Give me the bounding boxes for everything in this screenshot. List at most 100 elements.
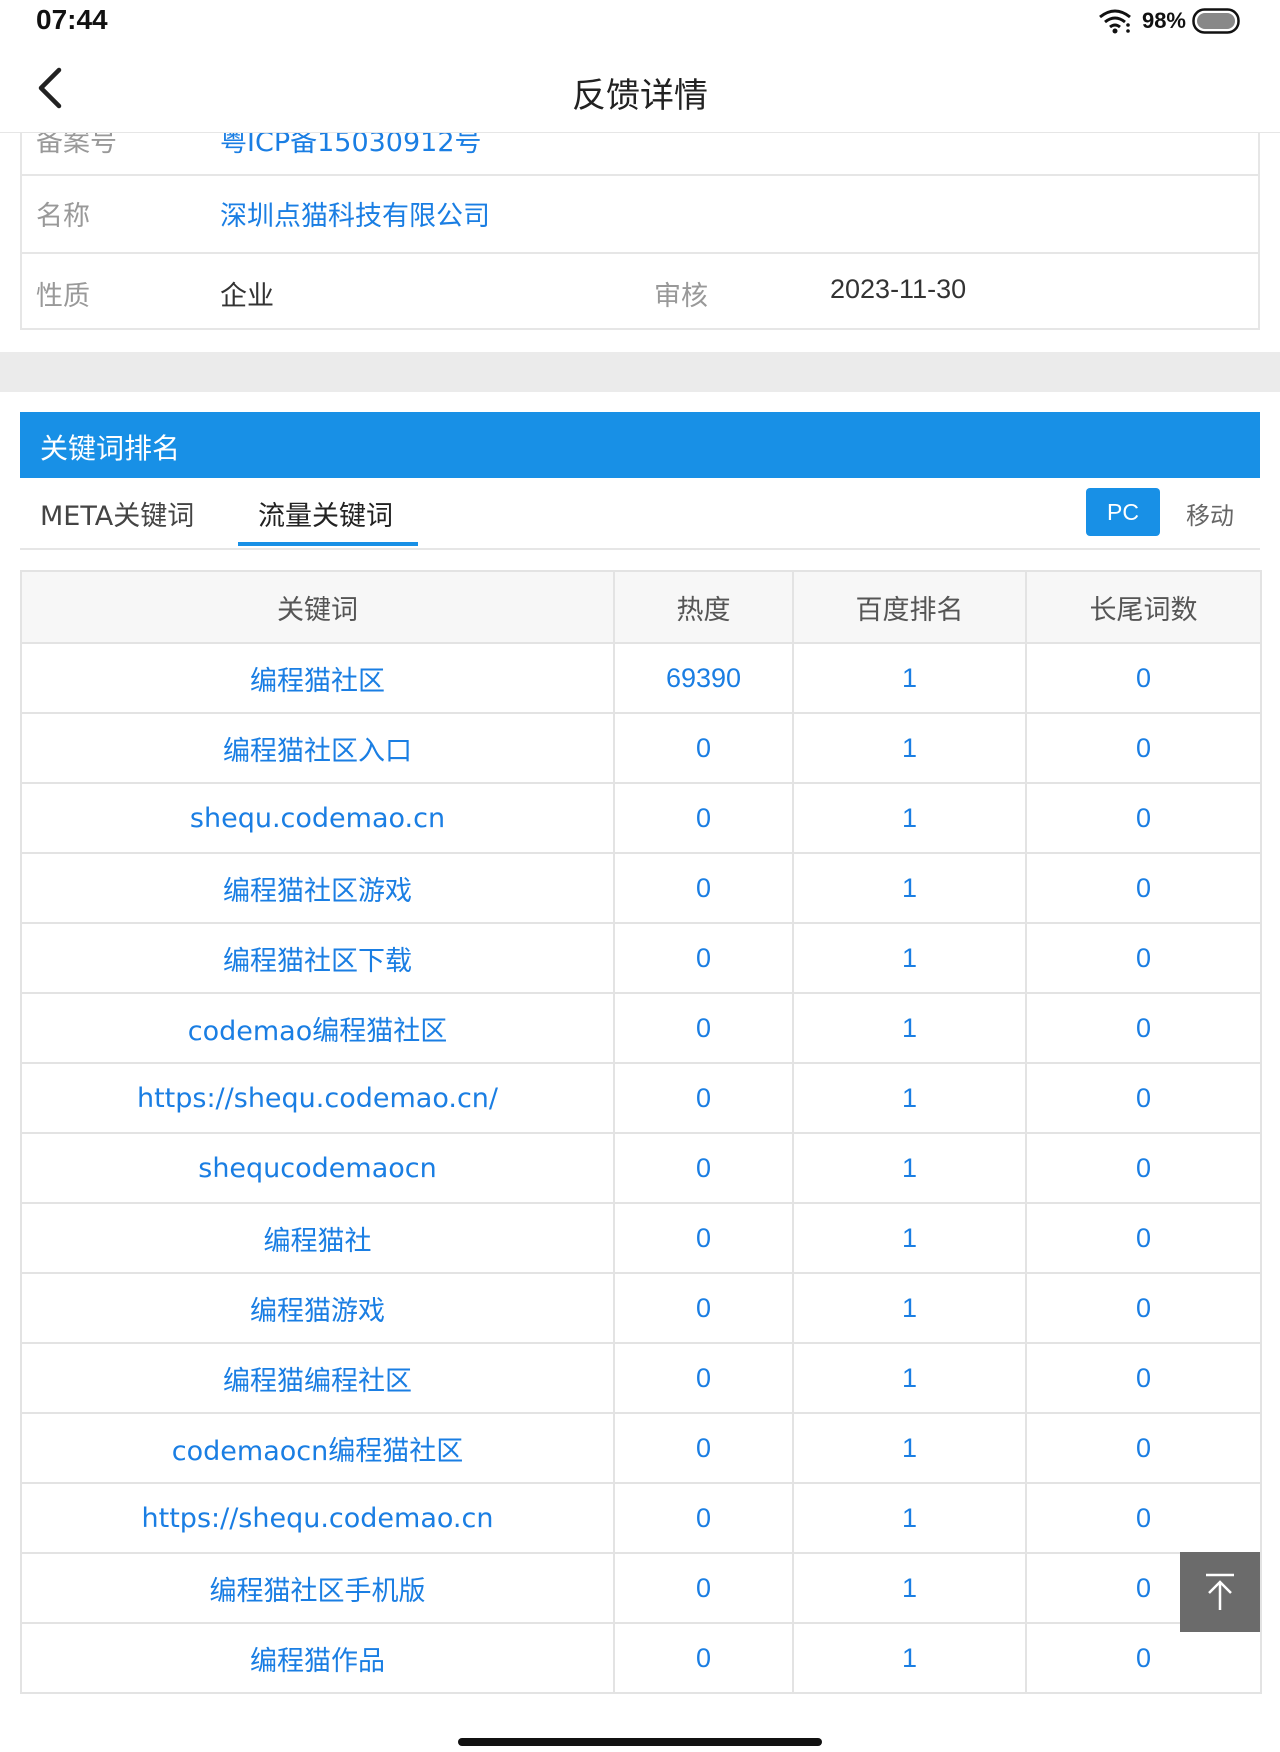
keyword-cell[interactable]: shequcodemaocn — [20, 1132, 615, 1204]
rank-cell: 1 — [792, 992, 1027, 1064]
keyword-cell[interactable]: 编程猫游戏 — [20, 1272, 615, 1344]
keyword-cell[interactable]: 编程猫社区游戏 — [20, 852, 615, 924]
keyword-cell[interactable]: 编程猫作品 — [20, 1622, 615, 1694]
heat-cell: 0 — [613, 922, 794, 994]
name-value-link[interactable]: 深圳点猫科技有限公司 — [220, 194, 490, 233]
table-row: https://shequ.codemao.cn 0 1 0 — [20, 1482, 1262, 1554]
longtail-cell: 0 — [1025, 1482, 1262, 1554]
header-heat: 热度 — [613, 570, 794, 644]
rank-cell: 1 — [792, 1342, 1027, 1414]
keyword-cell[interactable]: shequ.codemao.cn — [20, 782, 615, 854]
keyword-tabs: META关键词 流量关键词 PC 移动 — [20, 478, 1260, 550]
rank-cell: 1 — [792, 642, 1027, 714]
audit-date: 2023-11-30 — [830, 274, 967, 304]
table-row: 编程猫社区手机版 0 1 0 — [20, 1552, 1262, 1624]
rank-cell: 1 — [792, 1272, 1027, 1344]
table-row: 编程猫社区游戏 0 1 0 — [20, 852, 1262, 924]
heat-cell: 0 — [613, 1552, 794, 1624]
header-keyword: 关键词 — [20, 570, 615, 644]
keyword-table: 关键词 热度 百度排名 长尾词数 编程猫社区 69390 1 0 编程猫社区入口 0 1 0 s… — [20, 570, 1262, 1694]
header-longtail-count: 长尾词数 — [1025, 570, 1262, 644]
status-indicators: 98% — [1098, 8, 1240, 34]
rank-cell: 1 — [792, 1552, 1027, 1624]
rank-cell: 1 — [792, 852, 1027, 924]
keyword-ranking-header: 关键词排名 — [20, 412, 1260, 478]
longtail-cell: 0 — [1025, 642, 1262, 714]
table-row: 编程猫编程社区 0 1 0 — [20, 1342, 1262, 1414]
keyword-cell[interactable]: https://shequ.codemao.cn/ — [20, 1062, 615, 1134]
heat-cell: 0 — [613, 1202, 794, 1274]
heat-cell: 0 — [613, 852, 794, 924]
longtail-cell: 0 — [1025, 1622, 1262, 1694]
heat-cell: 0 — [613, 992, 794, 1064]
longtail-cell: 0 — [1025, 1132, 1262, 1204]
info-row-name: 名称 深圳点猫科技有限公司 — [22, 174, 1258, 254]
keyword-cell[interactable]: 编程猫编程社区 — [20, 1342, 615, 1414]
table-row: 编程猫社 0 1 0 — [20, 1202, 1262, 1274]
audit-label: 审核 — [654, 281, 708, 312]
heat-cell: 0 — [613, 1272, 794, 1344]
rank-cell: 1 — [792, 1202, 1027, 1274]
keyword-cell[interactable]: codemao编程猫社区 — [20, 992, 615, 1064]
device-pc-button[interactable]: PC — [1086, 488, 1160, 536]
heat-cell: 0 — [613, 1062, 794, 1134]
rank-cell: 1 — [792, 1412, 1027, 1484]
longtail-cell: 0 — [1025, 1272, 1262, 1344]
site-info-card: 备案号 粤ICP备15030912号 名称 深圳点猫科技有限公司 性质 企业 审… — [20, 100, 1260, 330]
tab-traffic-keywords[interactable]: 流量关键词 — [258, 494, 393, 533]
heat-cell: 0 — [613, 1132, 794, 1204]
keyword-cell[interactable]: 编程猫社区入口 — [20, 712, 615, 784]
nature-value: 企业 — [220, 281, 274, 312]
back-to-top-button[interactable] — [1180, 1552, 1260, 1632]
info-row-nature: 性质 企业 审核 2023-11-30 — [22, 252, 1258, 328]
heat-cell: 0 — [613, 1622, 794, 1694]
name-label: 名称 — [36, 201, 90, 232]
longtail-cell: 0 — [1025, 1412, 1262, 1484]
longtail-cell: 0 — [1025, 782, 1262, 854]
battery-icon — [1192, 8, 1240, 34]
table-row: shequ.codemao.cn 0 1 0 — [20, 782, 1262, 854]
keyword-cell[interactable]: 编程猫社区下载 — [20, 922, 615, 994]
table-row: 编程猫社区入口 0 1 0 — [20, 712, 1262, 784]
heat-cell: 69390 — [613, 642, 794, 714]
heat-cell: 0 — [613, 712, 794, 784]
table-row: 编程猫作品 0 1 0 — [20, 1622, 1262, 1694]
longtail-cell: 0 — [1025, 1342, 1262, 1414]
rank-cell: 1 — [792, 922, 1027, 994]
table-row: 编程猫社区下载 0 1 0 — [20, 922, 1262, 994]
keyword-cell[interactable]: 编程猫社区 — [20, 642, 615, 714]
rank-cell: 1 — [792, 1622, 1027, 1694]
longtail-cell: 0 — [1025, 922, 1262, 994]
tab-meta-keywords[interactable]: META关键词 — [40, 494, 194, 533]
rank-cell: 1 — [792, 1132, 1027, 1204]
rank-cell: 1 — [792, 712, 1027, 784]
page-title: 反馈详情 — [572, 76, 708, 116]
rank-cell: 1 — [792, 1482, 1027, 1554]
nav-bar: 反馈详情 — [0, 44, 1280, 133]
longtail-cell: 0 — [1025, 1062, 1262, 1134]
nature-label: 性质 — [36, 281, 90, 312]
keyword-cell[interactable]: codemaocn编程猫社区 — [20, 1412, 615, 1484]
section-title: 关键词排名 — [40, 432, 181, 465]
heat-cell: 0 — [613, 1482, 794, 1554]
keyword-cell[interactable]: https://shequ.codemao.cn — [20, 1482, 615, 1554]
heat-cell: 0 — [613, 782, 794, 854]
keyword-cell[interactable]: 编程猫社 — [20, 1202, 615, 1274]
status-bar: 07:44 98% — [0, 0, 1280, 44]
keyword-cell[interactable]: 编程猫社区手机版 — [20, 1552, 615, 1624]
rank-cell: 1 — [792, 1062, 1027, 1134]
heat-cell: 0 — [613, 1342, 794, 1414]
section-divider — [0, 352, 1280, 392]
header-baidu-rank: 百度排名 — [792, 570, 1027, 644]
device-mobile-button[interactable]: 移动 — [1186, 496, 1234, 531]
rank-cell: 1 — [792, 782, 1027, 854]
table-row: codemao编程猫社区 0 1 0 — [20, 992, 1262, 1064]
table-row: 编程猫游戏 0 1 0 — [20, 1272, 1262, 1344]
longtail-cell: 0 — [1025, 712, 1262, 784]
arrow-up-to-top-icon — [1206, 1573, 1234, 1610]
home-indicator — [458, 1738, 822, 1746]
longtail-cell: 0 — [1025, 852, 1262, 924]
table-row: shequcodemaocn 0 1 0 — [20, 1132, 1262, 1204]
active-tab-indicator — [238, 542, 418, 546]
table-row: 编程猫社区 69390 1 0 — [20, 642, 1262, 714]
